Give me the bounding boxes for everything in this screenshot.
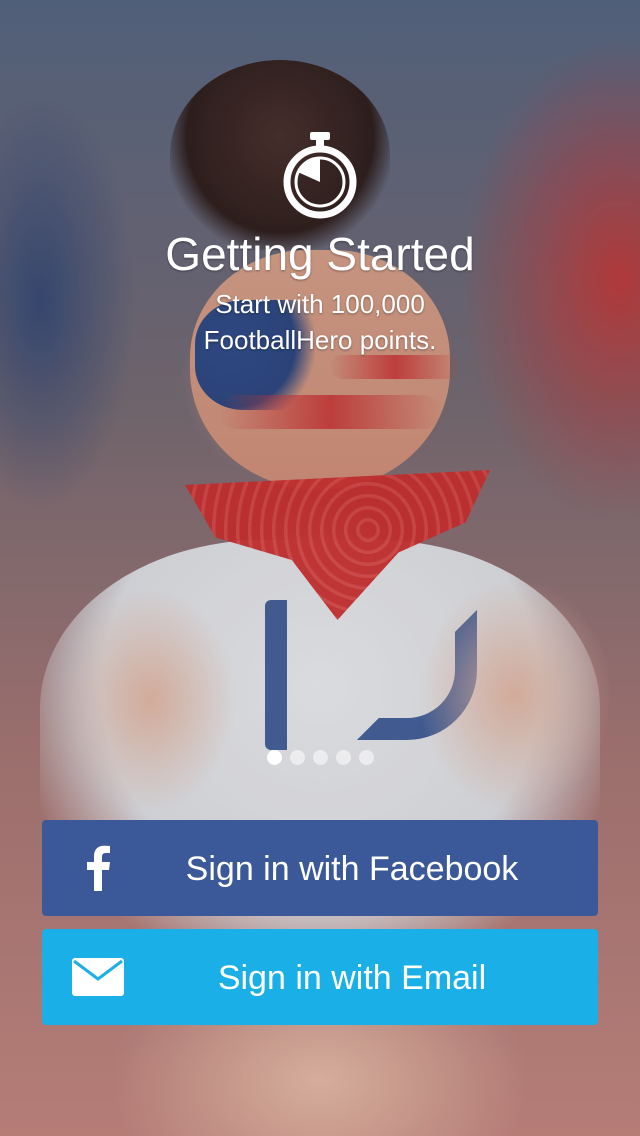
page-dot-5[interactable] (358, 750, 374, 765)
sign-in-email-label: Sign in with Email (217, 959, 487, 997)
subtitle-line-2: FootballHero points. (203, 325, 437, 355)
envelope-icon (70, 953, 126, 1001)
subtitle-line-1: Start with 100,000 (215, 289, 425, 319)
sign-in-facebook-label: Sign in with Facebook (185, 850, 519, 888)
sign-in-facebook-button[interactable]: Sign in with Facebook (42, 820, 598, 916)
page-dot-1[interactable] (266, 750, 282, 765)
page-dot-4[interactable] (335, 750, 351, 765)
page-title: Getting Started (165, 228, 475, 280)
facebook-f-icon (70, 844, 126, 892)
page-dot-2[interactable] (289, 750, 305, 765)
onboarding-screen: Getting Started Start with 100,000 Footb… (0, 0, 640, 1136)
stopwatch-icon (283, 132, 357, 219)
page-indicator[interactable] (0, 750, 640, 766)
sign-in-email-button[interactable]: Sign in with Email (42, 929, 598, 1025)
page-subtitle: Start with 100,000 FootballHero points. (0, 286, 640, 358)
page-dot-3[interactable] (312, 750, 328, 765)
